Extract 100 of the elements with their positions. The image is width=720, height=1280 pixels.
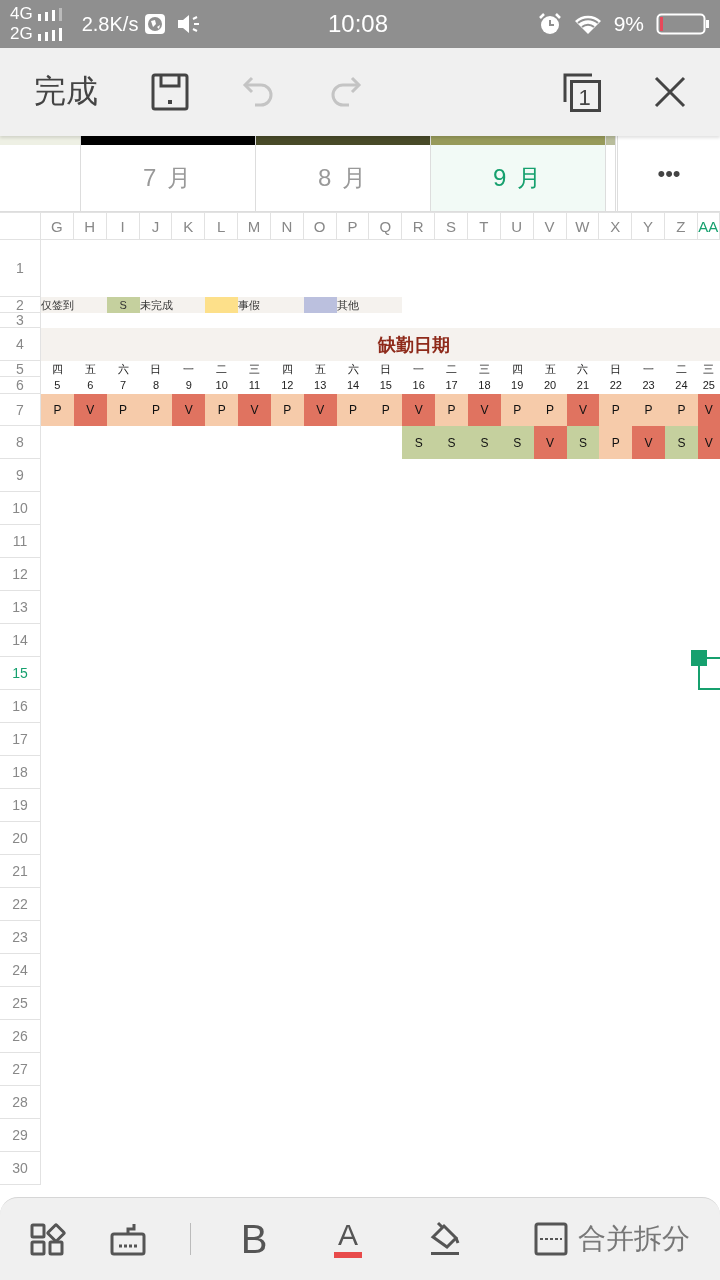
status-cell: P [139, 394, 173, 426]
column-header[interactable]: J [139, 212, 173, 240]
row-header[interactable]: 24 [0, 954, 41, 987]
status-cell: P [41, 394, 74, 426]
status-cell: V [467, 394, 501, 426]
row-header[interactable]: 14 [0, 624, 41, 657]
status-cell: S [467, 426, 501, 459]
sheet-tab[interactable]: 8 月 [256, 136, 431, 211]
row-header[interactable]: 9 [0, 459, 41, 492]
column-header[interactable]: T [467, 212, 501, 240]
row-header[interactable]: 11 [0, 525, 41, 558]
keyboard-button[interactable] [110, 1222, 146, 1256]
weekday-cell-text: 二 [674, 361, 688, 377]
row-header[interactable]: 30 [0, 1152, 41, 1185]
weekday-cell-text: 一 [412, 361, 426, 377]
status-cell: P [336, 394, 370, 426]
row-header[interactable]: 27 [0, 1053, 41, 1086]
date-cell-text: 13 [313, 378, 328, 393]
column-header[interactable]: Z [665, 212, 698, 240]
weekday-cell-text: 日 [379, 361, 393, 377]
row-header[interactable]: 18 [0, 756, 41, 789]
status-cell: P [500, 394, 534, 426]
done-button[interactable]: 完成 [34, 70, 98, 114]
row-header[interactable]: 13 [0, 591, 41, 624]
column-header[interactable]: N [270, 212, 304, 240]
legend-label: 其他 [336, 297, 403, 313]
row-header[interactable]: 20 [0, 822, 41, 855]
row-header[interactable]: 22 [0, 888, 41, 921]
row-header[interactable]: 5 [0, 361, 41, 377]
close-icon [653, 75, 687, 109]
weekday-cell-text: 五 [543, 361, 557, 377]
merge-split-button[interactable]: 合并拆分 [534, 1220, 690, 1258]
font-color-button[interactable]: A [333, 1220, 363, 1258]
column-header[interactable]: L [205, 212, 239, 240]
legend-label: 事假 [238, 297, 304, 313]
row-header[interactable]: 8 [0, 426, 41, 459]
row-header[interactable]: 23 [0, 921, 41, 954]
date-cell-text: 15 [378, 378, 393, 393]
column-header[interactable]: O [303, 212, 337, 240]
row-header[interactable]: 16 [0, 690, 41, 723]
weekday-cell-text: 日 [149, 361, 163, 377]
date-cell-text: 7 [119, 378, 128, 393]
status-cell: P [632, 394, 666, 426]
column-header[interactable]: U [500, 212, 534, 240]
sheet-tab[interactable] [606, 136, 616, 211]
column-header[interactable]: V [533, 212, 567, 240]
status-cell: P [599, 394, 633, 426]
column-header[interactable]: Y [632, 212, 666, 240]
row-header[interactable]: 26 [0, 1020, 41, 1053]
status-cell: P [106, 394, 140, 426]
weekday-cell-text: 五 [83, 361, 97, 377]
window-switch-button[interactable]: 1 [558, 68, 606, 116]
column-header[interactable]: M [238, 212, 271, 240]
apps-button[interactable] [30, 1222, 66, 1256]
column-header[interactable]: AA [697, 212, 720, 240]
selection-handle[interactable] [690, 650, 707, 666]
column-header[interactable]: R [402, 212, 436, 240]
merge-cells-icon [534, 1222, 568, 1256]
weekday-cell-text: 五 [313, 361, 327, 377]
row-header[interactable]: 25 [0, 987, 41, 1020]
row-header[interactable]: 10 [0, 492, 41, 525]
date-cell-text: 14 [345, 378, 361, 393]
column-header[interactable]: G [41, 212, 74, 240]
weekday-cell-text: 六 [576, 361, 590, 377]
network-type: 2G [10, 24, 33, 44]
date-cell-text: 16 [411, 378, 426, 393]
sheet-tab[interactable]: 7 月 [81, 136, 256, 211]
column-header[interactable]: Q [369, 212, 403, 240]
row-header[interactable]: 15 [0, 657, 41, 690]
date-cell-text: 20 [542, 378, 558, 393]
column-header[interactable]: S [435, 212, 468, 240]
date-cell-text: 10 [214, 378, 229, 393]
row-header[interactable]: 1 [0, 240, 41, 297]
date-cell-text: 11 [247, 378, 262, 393]
column-header[interactable]: H [73, 212, 107, 240]
status-cell: V [566, 394, 600, 426]
row-header[interactable]: 6 [0, 377, 41, 394]
row-header[interactable]: 28 [0, 1086, 41, 1119]
date-cell-text: 18 [477, 378, 492, 393]
date-cell-text: 24 [674, 378, 689, 393]
row-header[interactable]: 17 [0, 723, 41, 756]
column-header[interactable]: W [566, 212, 600, 240]
status-cell: S [500, 426, 534, 459]
column-header[interactable]: K [172, 212, 206, 240]
sheet-tab[interactable]: 9 月 [431, 136, 606, 211]
bold-button[interactable]: B [239, 1216, 269, 1262]
row-header[interactable]: 12 [0, 558, 41, 591]
column-header[interactable]: X [599, 212, 633, 240]
column-header[interactable]: I [106, 212, 140, 240]
status-cell: V [238, 394, 271, 426]
status-cell: S [665, 426, 698, 459]
row-header[interactable]: 21 [0, 855, 41, 888]
row-header[interactable]: 29 [0, 1119, 41, 1152]
row-header[interactable]: 3 [0, 313, 41, 328]
globe-icon [144, 13, 167, 35]
grid-icon [30, 1222, 66, 1256]
row-header[interactable]: 19 [0, 789, 41, 822]
fill-color-button[interactable] [429, 1221, 461, 1257]
weekday-cell-text: 二 [215, 361, 229, 377]
column-header[interactable]: P [336, 212, 370, 240]
